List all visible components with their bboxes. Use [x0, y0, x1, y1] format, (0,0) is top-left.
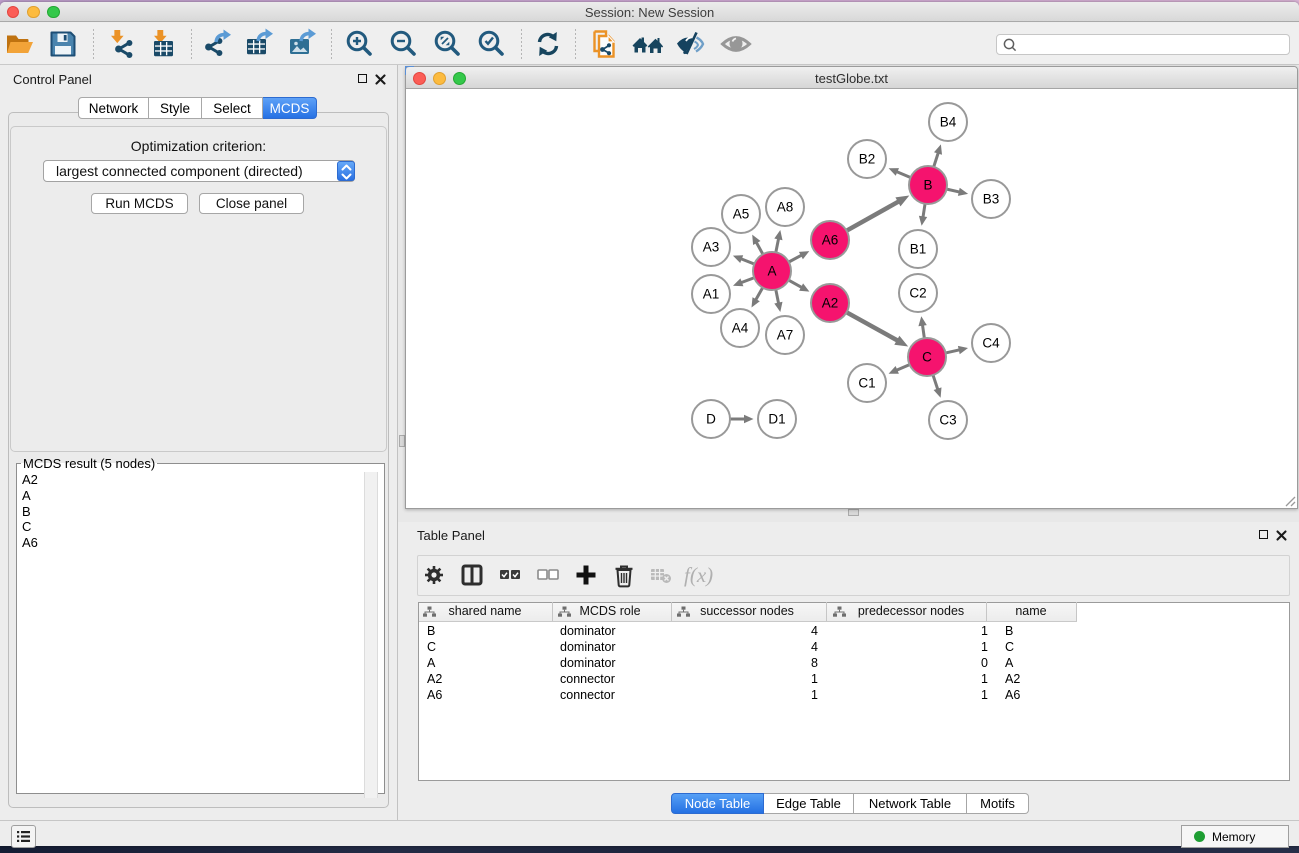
svg-text:A4: A4 — [732, 321, 749, 336]
svg-text:A7: A7 — [777, 328, 794, 343]
svg-text:A8: A8 — [777, 200, 794, 215]
svg-text:A3: A3 — [703, 240, 720, 255]
svg-text:C: C — [922, 350, 932, 365]
svg-text:D1: D1 — [768, 412, 785, 427]
svg-text:C2: C2 — [909, 286, 926, 301]
svg-text:C3: C3 — [939, 413, 956, 428]
svg-text:C4: C4 — [982, 336, 1000, 351]
svg-text:A1: A1 — [703, 287, 720, 302]
svg-text:B4: B4 — [940, 115, 957, 130]
svg-text:B: B — [923, 178, 932, 193]
svg-text:B1: B1 — [910, 242, 927, 257]
svg-text:D: D — [706, 412, 716, 427]
svg-text:C1: C1 — [858, 376, 875, 391]
svg-text:B2: B2 — [859, 152, 876, 167]
svg-text:A: A — [767, 264, 776, 279]
svg-text:A2: A2 — [822, 296, 839, 311]
svg-text:B3: B3 — [983, 192, 1000, 207]
svg-text:A5: A5 — [733, 207, 750, 222]
svg-text:A6: A6 — [822, 233, 839, 248]
